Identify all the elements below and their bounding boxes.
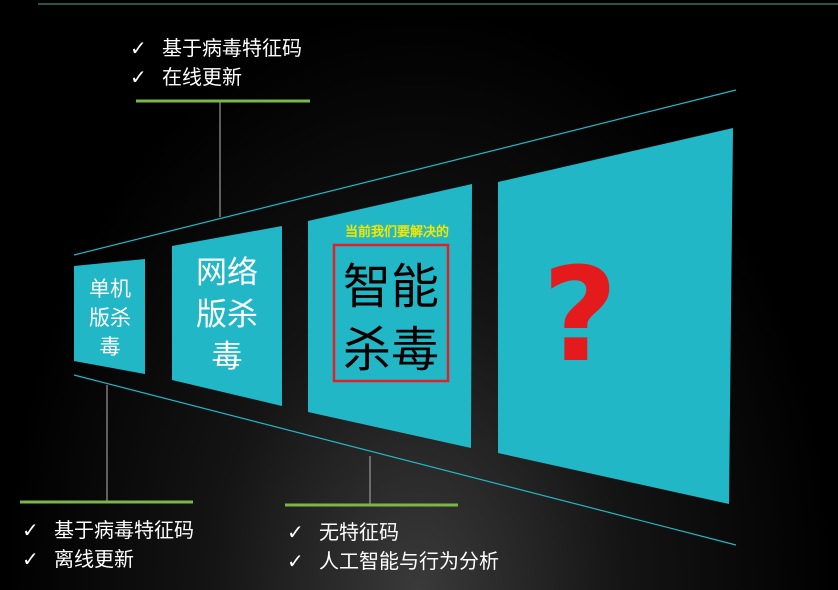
- check-icon: ✓: [22, 518, 39, 542]
- panel3-line2: 杀毒: [343, 322, 439, 378]
- check-icon: ✓: [287, 520, 304, 544]
- check-icon: ✓: [287, 549, 304, 573]
- list-item: ✓ 人工智能与行为分析: [287, 547, 499, 576]
- question-mark: ?: [542, 239, 617, 391]
- check-icon: ✓: [130, 36, 147, 60]
- panel3-line1: 智能: [343, 259, 439, 315]
- panel2-line2: 版杀: [196, 297, 258, 333]
- panel3-caption: 当前我们要解决的: [345, 224, 449, 240]
- list-item-label: 离线更新: [54, 547, 134, 571]
- panel1-line2: 版杀: [89, 306, 131, 330]
- list-item: ✓ 基于病毒特征码: [22, 516, 194, 545]
- list-item-label: 基于病毒特征码: [162, 36, 302, 60]
- evolution-diagram: 单机 版杀 毒 网络 版杀 毒 当前我们要解决的 智能 杀毒 ?: [20, 3, 838, 546]
- check-icon: ✓: [22, 547, 39, 571]
- list-item: ✓ 基于病毒特征码: [130, 34, 302, 63]
- list-item-label: 基于病毒特征码: [54, 518, 194, 542]
- top-feature-list: ✓ 基于病毒特征码 ✓ 在线更新: [130, 34, 302, 92]
- list-item-label: 在线更新: [162, 65, 242, 89]
- panel1-line3: 毒: [100, 335, 121, 359]
- right-feature-list: ✓ 无特征码 ✓ 人工智能与行为分析: [287, 518, 499, 576]
- left-feature-list: ✓ 基于病毒特征码 ✓ 离线更新: [22, 516, 194, 574]
- list-item-label: 人工智能与行为分析: [319, 549, 499, 573]
- list-item: ✓ 离线更新: [22, 545, 194, 574]
- panel2-line1: 网络: [196, 255, 258, 291]
- list-item-label: 无特征码: [319, 520, 399, 544]
- panel1-line1: 单机: [89, 277, 131, 301]
- list-item: ✓ 无特征码: [287, 518, 499, 547]
- list-item: ✓ 在线更新: [130, 63, 302, 92]
- check-icon: ✓: [130, 65, 147, 89]
- panel2-line3: 毒: [212, 339, 243, 375]
